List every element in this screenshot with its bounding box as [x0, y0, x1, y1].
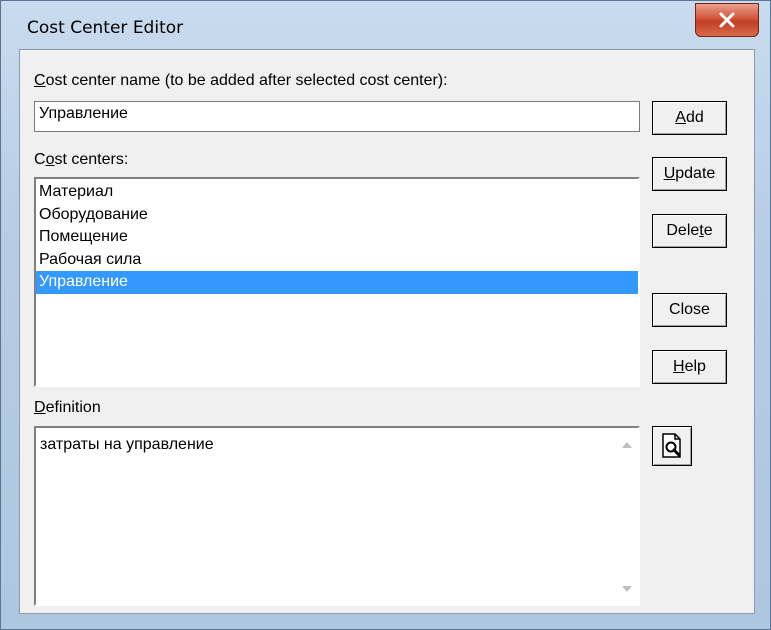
window-close-button[interactable] [695, 3, 759, 37]
cost-center-name-input[interactable]: Управление [34, 101, 640, 132]
dialog-window: Cost Center Editor Cost center name (to … [0, 0, 771, 630]
dialog-client-area: Cost center name (to be added after sele… [19, 49, 755, 614]
list-item[interactable]: Оборудование [36, 204, 638, 227]
scroll-up-arrow-icon[interactable] [622, 442, 632, 448]
list-item[interactable]: Материал [36, 181, 638, 204]
window-title: Cost Center Editor [27, 18, 184, 38]
definition-text: затраты на управление [40, 436, 214, 453]
update-button[interactable]: Update [652, 157, 727, 191]
list-item[interactable]: Рабочая сила [36, 249, 638, 272]
cost-centers-listbox[interactable]: Материал Оборудование Помещение Рабочая сил… [34, 177, 640, 387]
close-x-icon [719, 12, 735, 28]
help-button[interactable]: Help [652, 350, 727, 384]
browse-definition-button[interactable] [652, 426, 692, 466]
close-button[interactable]: Close [652, 293, 727, 327]
list-item[interactable]: Помещение [36, 226, 638, 249]
cost-center-name-label: Cost center name (to be added after sele… [34, 72, 448, 89]
definition-textarea[interactable]: затраты на управление [34, 426, 640, 606]
page-magnifier-icon [662, 433, 681, 458]
scroll-down-arrow-icon[interactable] [622, 586, 632, 592]
list-item[interactable]: Управление [36, 271, 638, 294]
cost-centers-label: Cost centers: [34, 151, 129, 168]
title-bar[interactable]: Cost Center Editor [1, 1, 770, 49]
definition-label: Definition [34, 399, 101, 416]
delete-button[interactable]: Dele t e [652, 214, 727, 248]
add-button[interactable]: Add [652, 101, 727, 135]
